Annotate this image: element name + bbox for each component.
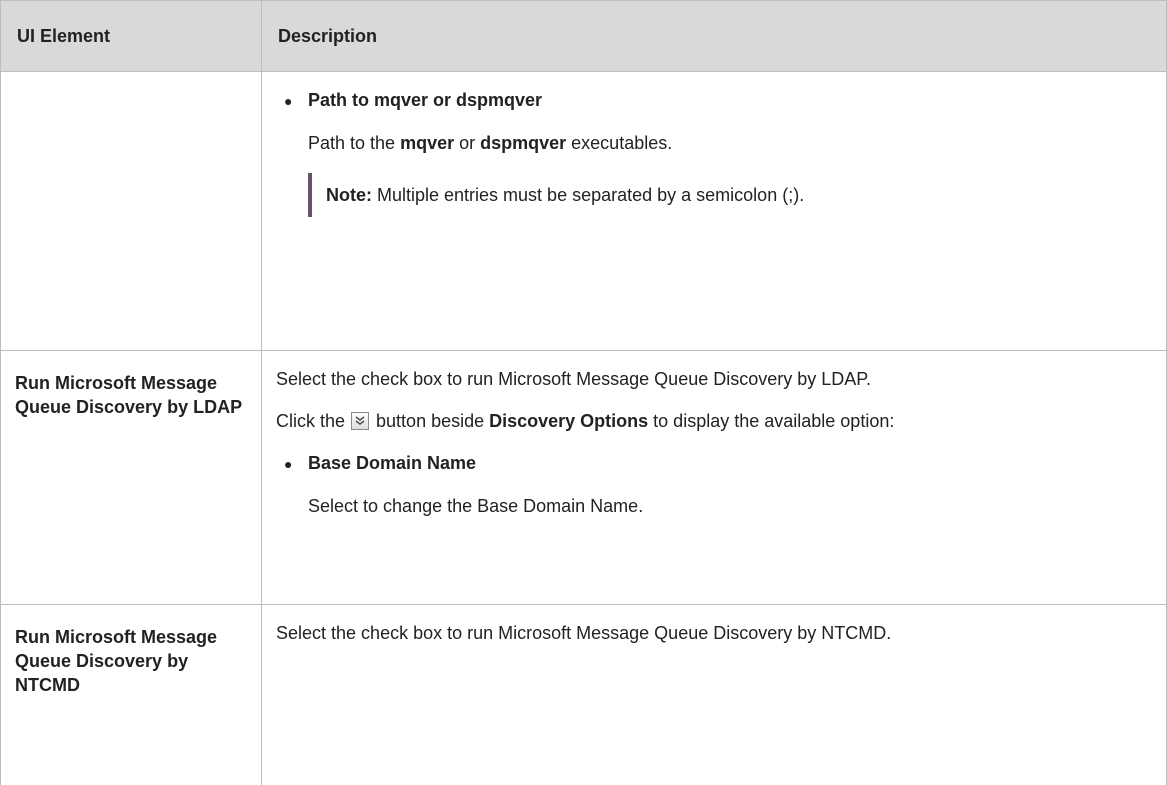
bullet-dot-icon: ●	[276, 452, 308, 476]
bullet-description: Select to change the Base Domain Name.	[276, 494, 1146, 518]
element-cell: Run Microsoft Message Queue Discovery by…	[1, 605, 262, 785]
element-cell: Run Microsoft Message Queue Discovery by…	[1, 351, 262, 605]
bullet-description: Path to the mqver or dspmqver executable…	[276, 131, 1146, 155]
bullet-title: Path to mqver or dspmqver	[308, 88, 542, 112]
bullet-title: Base Domain Name	[308, 451, 476, 475]
note-callout: Note: Multiple entries must be separated…	[308, 173, 1146, 217]
expand-chevron-icon	[351, 412, 369, 430]
description-line: Select the check box to run Microsoft Me…	[276, 621, 1146, 645]
header-description: Description	[262, 1, 1167, 72]
header-ui-element: UI Element	[1, 1, 262, 72]
description-cell: Select the check box to run Microsoft Me…	[262, 351, 1167, 605]
list-item: ● Base Domain Name	[276, 451, 1146, 476]
note-label: Note:	[326, 185, 372, 205]
click-instruction: Click the button beside Discovery Option…	[276, 409, 1146, 433]
element-cell	[1, 72, 262, 351]
list-item: ● Path to mqver or dspmqver	[276, 88, 1146, 113]
table-header-row: UI Element Description	[1, 1, 1167, 72]
table-row: Run Microsoft Message Queue Discovery by…	[1, 351, 1167, 605]
description-cell: Select the check box to run Microsoft Me…	[262, 605, 1167, 785]
note-text: Multiple entries must be separated by a …	[372, 185, 804, 205]
bullet-dot-icon: ●	[276, 89, 308, 113]
table-row: Run Microsoft Message Queue Discovery by…	[1, 605, 1167, 785]
table-row: ● Path to mqver or dspmqver Path to the …	[1, 72, 1167, 351]
description-cell: ● Path to mqver or dspmqver Path to the …	[262, 72, 1167, 351]
description-line: Select the check box to run Microsoft Me…	[276, 367, 1146, 391]
ui-element-table: UI Element Description ● Path to mqver o…	[0, 0, 1167, 785]
